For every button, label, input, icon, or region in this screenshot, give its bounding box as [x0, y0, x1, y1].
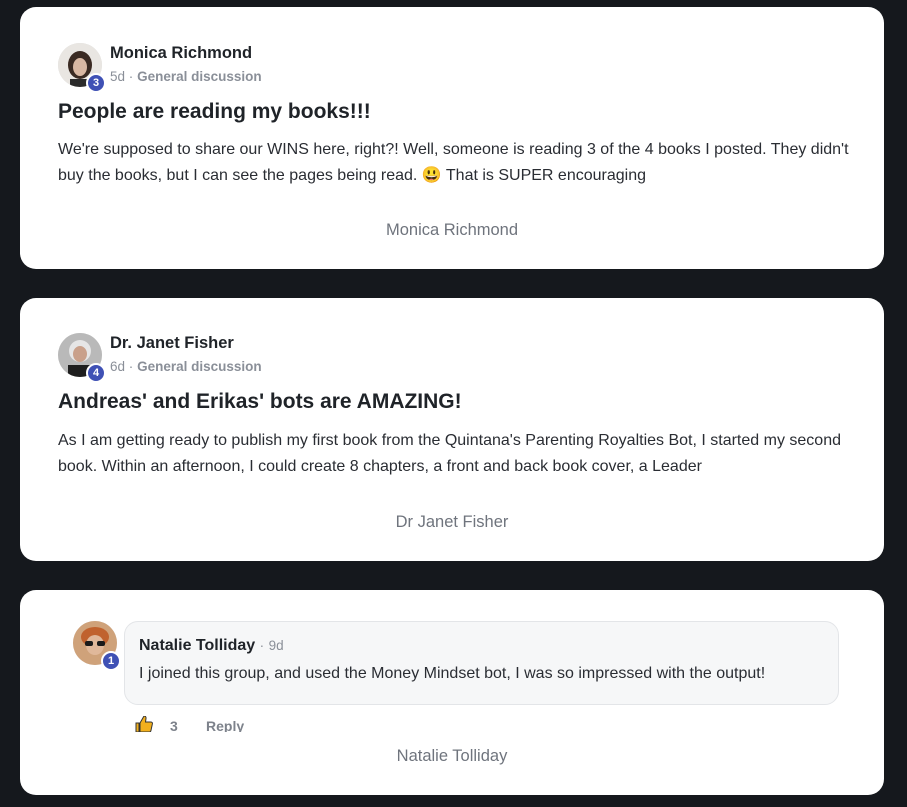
commenter-avatar[interactable]: 1	[73, 621, 121, 671]
post-meta: 6d · General discussion	[110, 359, 262, 374]
comment-text: I joined this group, and used the Money …	[139, 665, 766, 682]
reply-button[interactable]: Reply	[206, 718, 244, 732]
comment-header: Natalie Tolliday · 9d	[139, 637, 284, 655]
comment-separator: ·	[259, 638, 265, 653]
author-name[interactable]: Dr. Janet Fisher	[110, 334, 234, 353]
author-avatar[interactable]: 4	[58, 333, 106, 383]
post-title[interactable]: Andreas' and Erikas' bots are AMAZING!	[58, 390, 462, 414]
comment-author-name[interactable]: Natalie Tolliday	[139, 637, 255, 654]
post-card[interactable]: 4 Dr. Janet Fisher 6d · General discussi…	[20, 298, 884, 561]
post-footer-author: Dr Janet Fisher	[395, 513, 509, 531]
post-category[interactable]: General discussion	[137, 359, 262, 374]
post-body[interactable]: We're supposed to share our WINS here, r…	[58, 137, 858, 189]
post-meta: 5d · General discussion	[110, 69, 262, 84]
post-title[interactable]: People are reading my books!!!	[58, 100, 371, 124]
thumbs-up-icon[interactable]	[134, 716, 154, 732]
post-age: 5d	[110, 69, 126, 84]
post-card[interactable]: 3 Monica Richmond 5d · General discussio…	[20, 7, 884, 269]
like-count: 3	[170, 718, 178, 732]
meta-separator: ·	[128, 69, 134, 84]
comment-actions: 3 Reply	[132, 716, 332, 732]
meta-separator: ·	[128, 359, 134, 374]
post-category[interactable]: General discussion	[137, 69, 262, 84]
comment-card[interactable]: 1 Natalie Tolliday · 9d I joined this gr…	[20, 590, 884, 795]
post-body[interactable]: As I am getting ready to publish my firs…	[58, 428, 858, 480]
level-badge: 4	[86, 363, 106, 383]
comment-bubble: Natalie Tolliday · 9d I joined this grou…	[124, 621, 839, 705]
comment-footer-author: Natalie Tolliday	[396, 747, 508, 765]
level-badge: 3	[86, 73, 106, 93]
author-avatar[interactable]: 3	[58, 43, 106, 93]
level-badge: 1	[101, 651, 121, 671]
post-age: 6d	[110, 359, 126, 374]
comment-age: 9d	[268, 638, 284, 653]
post-footer-author: Monica Richmond	[385, 221, 519, 239]
author-name[interactable]: Monica Richmond	[110, 44, 252, 63]
